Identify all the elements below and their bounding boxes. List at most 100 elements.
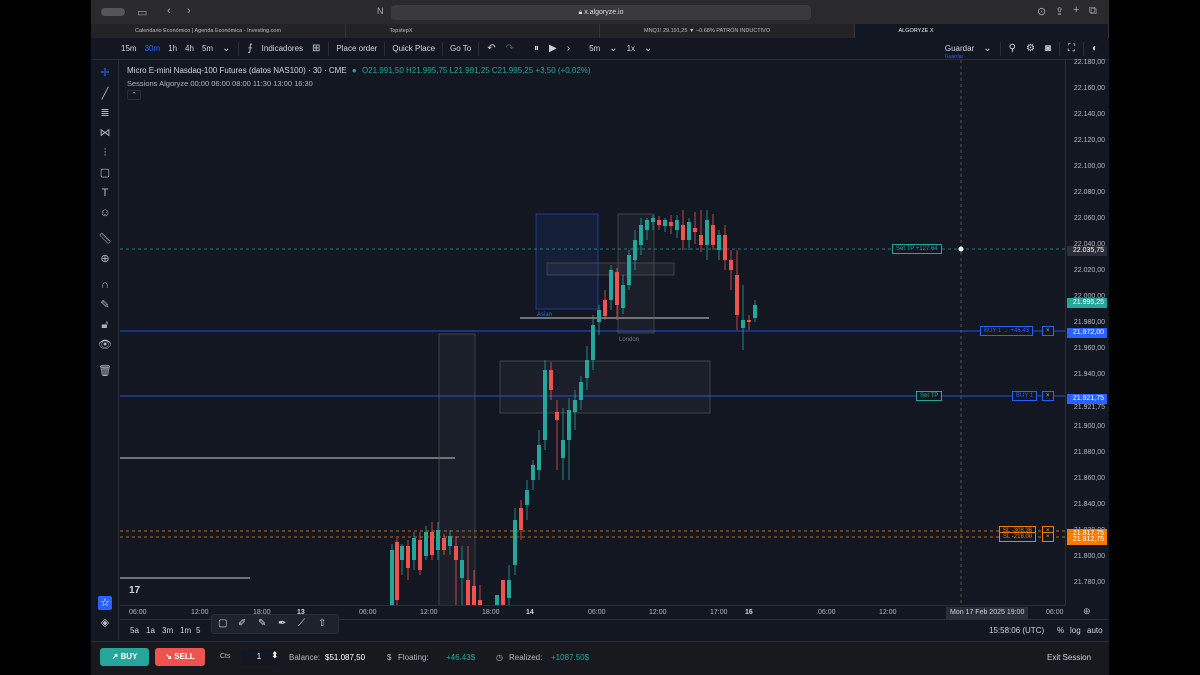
pattern-icon[interactable]: ⋈: [98, 126, 112, 140]
range-5[interactable]: 5: [196, 626, 200, 635]
set-tp-button[interactable]: Set TP: [916, 391, 943, 401]
sell-label: SELL: [174, 652, 195, 661]
pen-icon[interactable]: ✒: [278, 618, 286, 629]
range-1a[interactable]: 1a: [146, 626, 155, 635]
arrow-up-icon[interactable]: ⇧: [318, 618, 326, 629]
place-order-button[interactable]: Place order: [332, 44, 381, 53]
notion-icon[interactable]: N: [377, 6, 384, 16]
range-5a[interactable]: 5a: [130, 626, 139, 635]
range-3m[interactable]: 3m: [162, 626, 173, 635]
buy-order-tag[interactable]: BUY 1 → +46.43: [980, 326, 1034, 336]
chevron-down-icon[interactable]: ⌄: [639, 43, 657, 54]
forward-icon[interactable]: ›: [187, 5, 191, 17]
exit-session-button[interactable]: Exit Session: [1047, 653, 1091, 662]
sell-button[interactable]: ↘ SELL: [155, 648, 205, 666]
settings-icon[interactable]: ⚙: [1021, 43, 1040, 54]
chevron-down-icon[interactable]: ⌄: [604, 43, 622, 54]
price-tick-label: 22.080,00: [1073, 189, 1105, 196]
layers-icon[interactable]: ◈: [98, 616, 112, 630]
chevron-down-icon[interactable]: ⌄: [978, 43, 996, 54]
redo-icon[interactable]: ↷: [501, 43, 519, 54]
goto-button[interactable]: Go To: [446, 44, 475, 53]
trendline-icon[interactable]: ╱: [98, 87, 112, 101]
ruler-icon[interactable]: 📏︎: [98, 232, 112, 246]
tab-topstepx[interactable]: TopstepX: [346, 24, 600, 38]
range-1m[interactable]: 1m: [180, 626, 191, 635]
lock-icon[interactable]: 🔓︎: [98, 318, 112, 332]
close-order-button[interactable]: ×: [1042, 391, 1054, 401]
tab-mnq[interactable]: MNQ1! 29.191,25 ▼ −0.68% PATRÓN INDUCTIV…: [600, 24, 855, 38]
log-toggle[interactable]: log: [1070, 626, 1081, 635]
undo-icon[interactable]: ↶: [482, 43, 500, 54]
time-tick-label: 16: [745, 609, 753, 616]
new-tab-icon[interactable]: +: [1073, 4, 1079, 16]
text-icon[interactable]: T: [98, 186, 112, 200]
step-forward-icon[interactable]: ›: [562, 43, 575, 54]
sidebar-icon[interactable]: ▭: [137, 6, 147, 19]
crosshair-icon[interactable]: ✛: [98, 66, 112, 80]
interval-5m[interactable]: 5m: [198, 44, 217, 53]
interval-30m[interactable]: 30m: [141, 44, 165, 53]
indicators-button[interactable]: Indicadores: [258, 44, 307, 53]
interval-4h[interactable]: 4h: [181, 44, 198, 53]
tab-overview-icon[interactable]: ⧉: [1089, 5, 1097, 18]
back-icon[interactable]: ‹: [167, 5, 171, 17]
time-axis-settings-icon[interactable]: ⊕: [1083, 606, 1091, 617]
pencil-lock-icon[interactable]: ✎: [98, 298, 112, 312]
buy-order-tag-2[interactable]: BUY 1: [1012, 391, 1038, 401]
buy-button[interactable]: ↗ BUY: [100, 648, 149, 666]
projection-icon[interactable]: ⫶: [98, 146, 112, 160]
contracts-label: Cts: [220, 653, 231, 660]
favorites-icon[interactable]: ☆: [98, 596, 112, 610]
set-tp-tag[interactable]: Set TP +127.64: [892, 244, 942, 254]
brush-icon[interactable]: ✐: [238, 618, 246, 629]
share-icon[interactable]: ⇪: [1055, 5, 1064, 18]
rectangle-icon[interactable]: ▢: [98, 166, 112, 180]
candle-body: [675, 220, 679, 230]
candle-body: [543, 370, 547, 440]
emoji-icon[interactable]: ☺: [98, 206, 112, 220]
close-order-button[interactable]: ×: [1042, 326, 1054, 336]
highlighter-icon[interactable]: ✎: [258, 618, 266, 629]
theme-icon[interactable]: ◐: [1087, 43, 1103, 54]
window-controls[interactable]: [101, 8, 125, 16]
candle-body: [705, 220, 709, 245]
fullscreen-icon[interactable]: ⛶: [1063, 43, 1080, 54]
path-icon[interactable]: ⟋: [298, 618, 305, 629]
collapse-legend-button[interactable]: ⌃: [127, 90, 141, 100]
browser-toolbar: ▭ ‹ › N 🔒︎ x.algoryze.io ⊙ ⇪ + ⧉: [91, 0, 1109, 24]
symbol-legend[interactable]: Micro E-mini Nasdaq-100 Futures (datos N…: [127, 66, 591, 75]
eye-icon[interactable]: 👁︎: [98, 338, 112, 352]
trash-icon[interactable]: 🗑︎: [98, 364, 112, 378]
fib-icon[interactable]: ≣: [98, 106, 112, 120]
auto-toggle[interactable]: auto: [1087, 626, 1103, 635]
close-sl-button[interactable]: ×: [1042, 532, 1054, 542]
tab-algoryze[interactable]: ALGORYZE X: [854, 24, 1109, 38]
quick-place-button[interactable]: Quick Place: [388, 44, 439, 53]
sl-tag-2[interactable]: SL -218.00: [999, 532, 1037, 542]
replay-speed[interactable]: 1x: [623, 44, 639, 53]
interval-1h[interactable]: 1h: [164, 44, 181, 53]
camera-icon[interactable]: ◙: [1040, 43, 1056, 54]
tab-investing[interactable]: Calendario Económico | Agenda Económica …: [91, 24, 346, 38]
interval-15m[interactable]: 15m: [117, 44, 141, 53]
quantity-stepper-icon[interactable]: ⬍: [271, 650, 279, 661]
percent-toggle[interactable]: %: [1057, 626, 1064, 635]
price-tick-label: 22.060,00: [1073, 215, 1105, 222]
rectangle-icon[interactable]: ▢: [218, 618, 227, 629]
price-chart[interactable]: Asian London 17: [120, 60, 1065, 605]
chevron-down-icon[interactable]: ⌄: [217, 43, 235, 54]
alert-icon[interactable]: ⚲: [1004, 43, 1021, 54]
url-bar[interactable]: 🔒︎ x.algoryze.io: [391, 5, 811, 20]
sessions-legend[interactable]: Sessions Algoryze 00:00 06:00 08:00 11:3…: [127, 79, 313, 88]
magnet-icon[interactable]: ∩: [98, 278, 112, 292]
layout-icon[interactable]: ⊞: [307, 43, 325, 54]
replay-interval[interactable]: 5m: [585, 44, 604, 53]
clock[interactable]: 15:58:06 (UTC): [989, 626, 1044, 635]
replay-icon[interactable]: ⏸: [529, 43, 544, 54]
price-axis[interactable]: 22.180,00 22.160,00 22.140,00 22.120,00 22.1…: [1065, 59, 1109, 605]
download-icon[interactable]: ⊙: [1037, 5, 1046, 18]
save-button[interactable]: Guardar Guardar: [941, 44, 978, 60]
play-icon[interactable]: ▶: [544, 43, 562, 54]
zoom-icon[interactable]: ⊕: [98, 252, 112, 266]
